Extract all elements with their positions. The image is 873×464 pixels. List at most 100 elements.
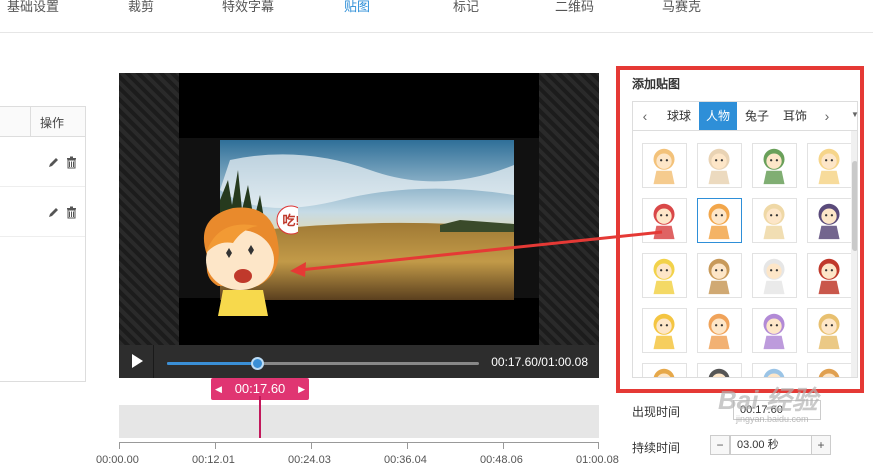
sticker-character-icon [708, 203, 730, 240]
seek-bar[interactable] [167, 357, 479, 370]
duration-minus-button[interactable]: − [710, 435, 730, 455]
sticker-thumbnail[interactable] [752, 363, 797, 377]
ruler-label: 00:48.06 [480, 454, 523, 464]
sticker-thumbnail[interactable] [697, 198, 742, 243]
sticker-character-icon [708, 313, 730, 350]
header-divider [30, 107, 31, 137]
pencil-icon[interactable] [47, 206, 60, 219]
sticker-character-icon [763, 313, 785, 350]
ruler-tick [311, 443, 312, 449]
sticker-list-panel: 操作 [0, 106, 86, 382]
sticker-character-icon [708, 258, 730, 295]
sticker-character-icon [818, 368, 840, 377]
sticker-thumbnail[interactable] [642, 143, 687, 188]
letterbox-right [539, 73, 599, 345]
editor-window: { "tabs": ["基础设置", "裁剪", "特效字幕", "贴图", "… [0, 0, 873, 464]
marker-right-arrow[interactable]: ▶ [298, 378, 305, 400]
sticker-thumbnail[interactable] [697, 308, 742, 353]
sticker-category-bar: ‹ 球球 人物 兔子 耳饰 › [632, 101, 858, 131]
ruler-label: 00:24.03 [288, 454, 331, 464]
sticker-character-icon [653, 203, 675, 240]
sticker-character-icon [818, 258, 840, 295]
tab-basic-settings[interactable]: 基础设置 [7, 0, 59, 15]
sticker-character-icon [818, 313, 840, 350]
sticker-thumbnail[interactable] [697, 143, 742, 188]
category-rabbit[interactable]: 兔子 [739, 102, 775, 130]
duration-input[interactable]: 03.00 秒 [730, 435, 812, 455]
ruler-tick [598, 443, 599, 449]
ruler-tick [215, 443, 216, 449]
category-prev-arrow[interactable]: ‹ [633, 102, 657, 130]
sticker-thumbnail[interactable] [752, 143, 797, 188]
ruler-tick [119, 443, 120, 449]
seek-handle[interactable] [251, 357, 265, 370]
player-controls: 00:17.60/01:00.08 [119, 345, 599, 378]
ruler-label: 00:36.04 [384, 454, 427, 464]
sticker-thumbnail[interactable] [807, 253, 852, 298]
sticker-character-icon [763, 203, 785, 240]
sticker-character-icon [763, 258, 785, 295]
tab-crop[interactable]: 裁剪 [128, 0, 154, 15]
marker-time: 00:17.60 [234, 381, 286, 396]
trash-icon[interactable] [65, 156, 78, 169]
sticker-panel-title: 添加贴图 [632, 77, 681, 91]
tab-effect-subtitles[interactable]: 特效字幕 [222, 0, 274, 15]
playback-time: 00:17.60/01:00.08 [491, 355, 588, 369]
trash-icon[interactable] [65, 206, 78, 219]
sticker-character-icon [653, 258, 675, 295]
tab-mosaic[interactable]: 马赛克 [662, 0, 701, 15]
playhead[interactable] [259, 396, 261, 438]
sticker-scrollbar[interactable] [851, 131, 857, 377]
sticker-thumbnail[interactable] [807, 363, 852, 377]
marker-left-arrow[interactable]: ◀ [215, 378, 222, 400]
category-qiuqiu[interactable]: 球球 [661, 102, 697, 130]
play-icon[interactable] [129, 353, 145, 369]
sticker-thumbnail[interactable] [752, 253, 797, 298]
ruler-label: 00:12.01 [192, 454, 235, 464]
sticker-character-icon [708, 148, 730, 185]
duration-plus-button[interactable]: + [811, 435, 831, 455]
ruler-label: 01:00.08 [576, 454, 619, 464]
sticker-thumbnail[interactable] [697, 253, 742, 298]
sticker-character-icon [818, 203, 840, 240]
tab-marker[interactable]: 标记 [453, 0, 479, 15]
list-item [0, 187, 85, 237]
list-header: 操作 [0, 107, 85, 137]
character-sticker-overlay[interactable]: 吃! [188, 198, 298, 320]
tab-stickers[interactable]: 贴图 [344, 0, 370, 15]
speech-bubble-text: 吃! [282, 213, 298, 228]
sticker-thumbnail[interactable] [642, 308, 687, 353]
sticker-character-icon [653, 368, 675, 377]
sticker-thumbnail[interactable] [807, 308, 852, 353]
top-tab-bar: 基础设置 裁剪 特效字幕 贴图 标记 二维码 马赛克 [0, 0, 873, 33]
sticker-thumbnail[interactable] [752, 308, 797, 353]
sticker-thumbnail[interactable] [642, 253, 687, 298]
sticker-character-icon [818, 148, 840, 185]
ruler-label: 00:00.00 [96, 454, 139, 464]
duration-label: 持续时间 [632, 441, 681, 455]
list-item [0, 137, 85, 187]
sticker-character-icon [763, 148, 785, 185]
tab-qr-code[interactable]: 二维码 [555, 0, 594, 15]
letterbox-left [119, 73, 179, 345]
category-next-arrow[interactable]: › [815, 102, 839, 130]
sticker-thumbnail[interactable] [642, 363, 687, 377]
scrollbar-thumb[interactable] [852, 161, 857, 251]
category-earrings[interactable]: 耳饰 [777, 102, 813, 130]
timeline-track[interactable] [119, 405, 599, 438]
sticker-character-icon [653, 148, 675, 185]
sticker-thumbnail[interactable] [642, 198, 687, 243]
action-column-header: 操作 [40, 116, 65, 130]
appear-time-label: 出现时间 [632, 405, 681, 419]
sticker-character-icon [708, 368, 730, 377]
sticker-character-icon [653, 313, 675, 350]
category-people[interactable]: 人物 [699, 102, 737, 130]
sticker-thumbnail[interactable] [807, 143, 852, 188]
chevron-down-icon[interactable]: ▼ [851, 110, 859, 119]
sticker-thumbnail[interactable] [807, 198, 852, 243]
sticker-thumbnail[interactable] [752, 198, 797, 243]
pencil-icon[interactable] [47, 156, 60, 169]
sticker-thumbnail[interactable] [697, 363, 742, 377]
timeline-ruler [119, 442, 599, 443]
seek-progress [167, 362, 258, 365]
